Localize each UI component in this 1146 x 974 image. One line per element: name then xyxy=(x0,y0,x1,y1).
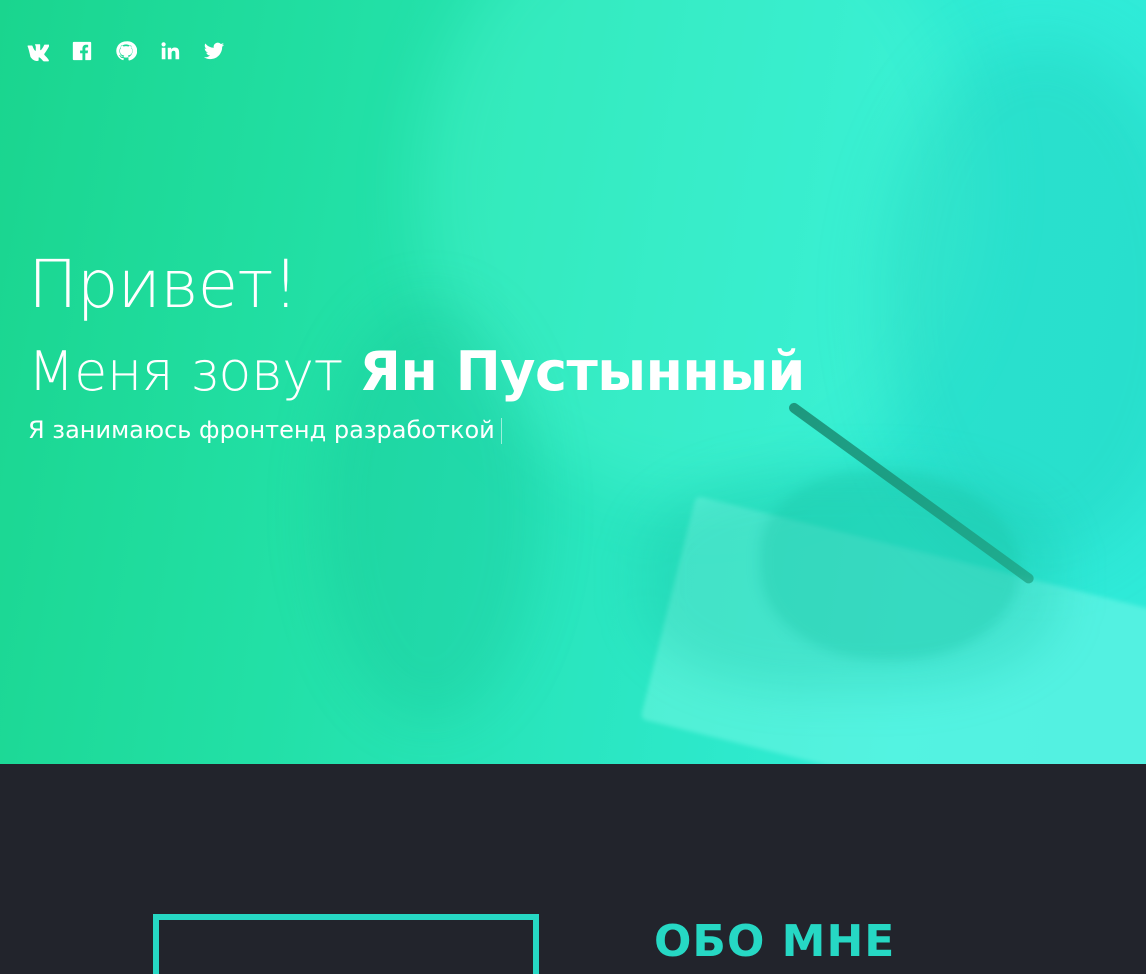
name-heading: Меня зовут Ян Пустынный xyxy=(28,340,805,403)
role-text: Я занимаюсь фронтенд разработкой xyxy=(28,416,495,444)
role-subtitle: Я занимаюсь фронтенд разработкой xyxy=(28,416,502,444)
linkedin-icon[interactable] xyxy=(159,40,181,62)
twitter-icon[interactable] xyxy=(203,40,225,62)
facebook-icon[interactable] xyxy=(71,40,93,62)
about-section xyxy=(0,764,1146,939)
about-photo-frame xyxy=(153,914,539,974)
hero-section: Привет! Меня зовут Ян Пустынный Я занима… xyxy=(0,0,1146,764)
about-title: ОБО МНЕ xyxy=(654,916,896,967)
typing-cursor xyxy=(500,418,502,444)
social-links xyxy=(27,40,247,62)
background-photo-blur xyxy=(640,470,1060,690)
name-prefix: Меня зовут xyxy=(28,340,360,403)
github-icon[interactable] xyxy=(115,40,137,62)
author-name: Ян Пустынный xyxy=(359,340,805,403)
greeting-heading: Привет! xyxy=(28,246,299,323)
vk-icon[interactable] xyxy=(27,40,49,62)
